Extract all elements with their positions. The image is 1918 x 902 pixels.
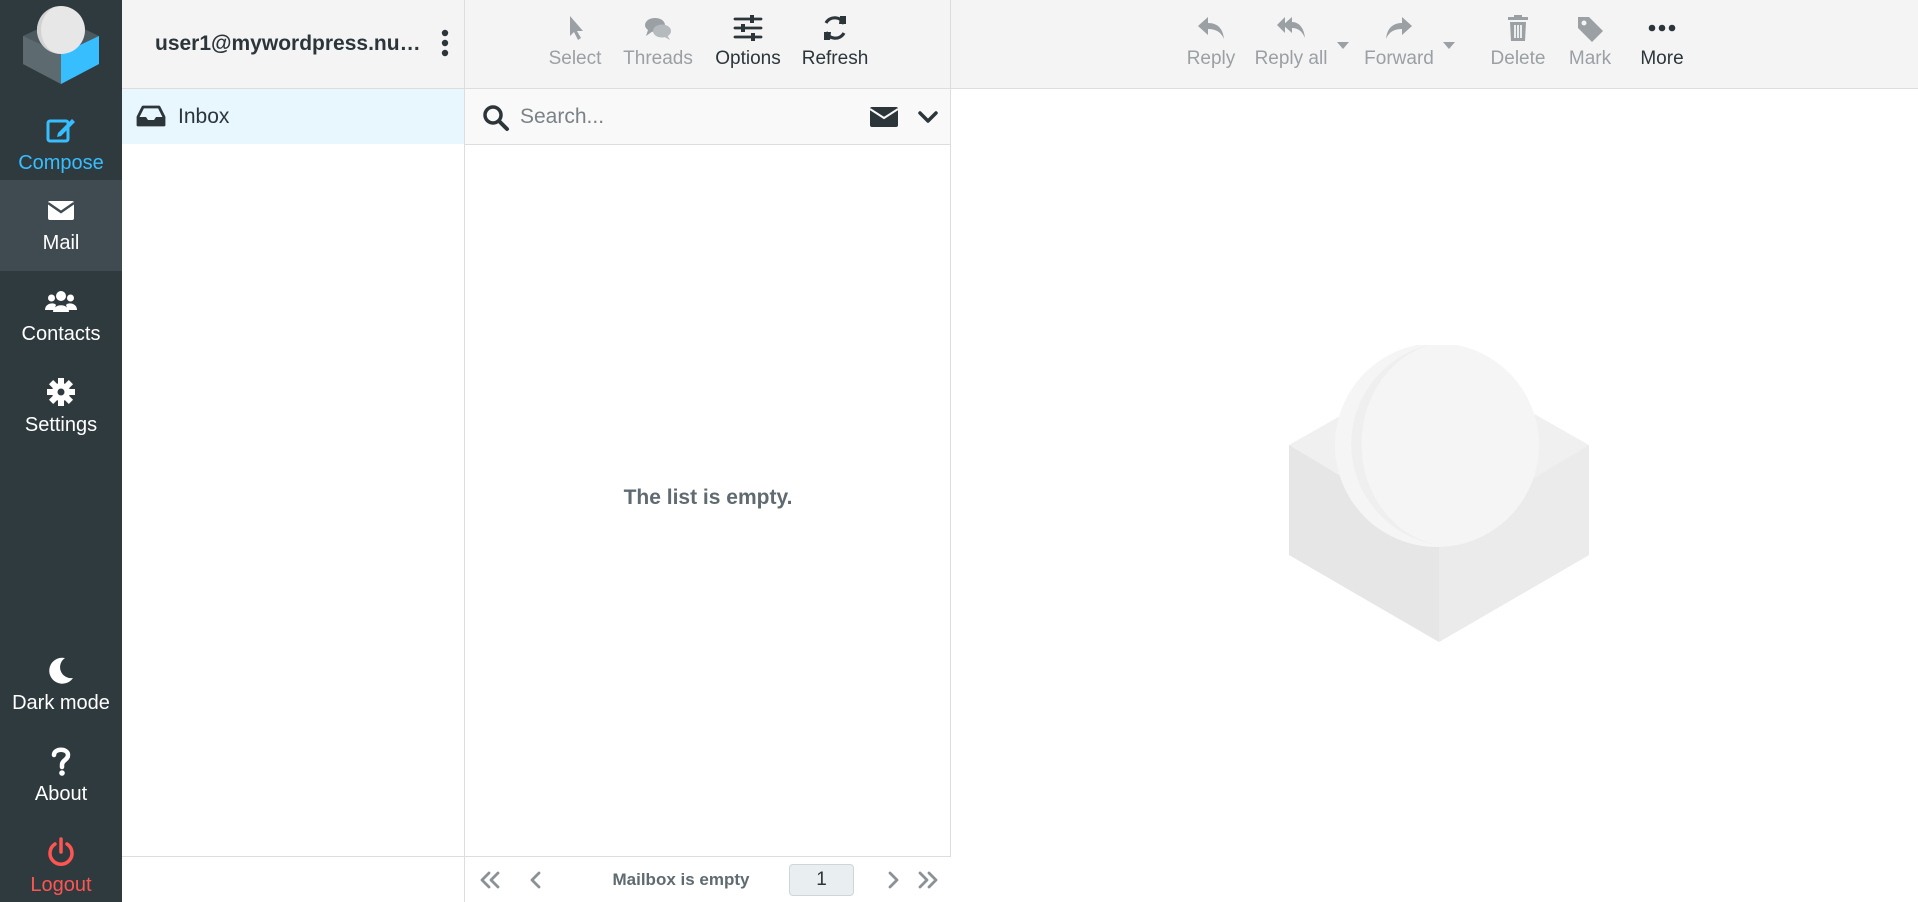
dark-mode-label: Dark mode: [12, 692, 110, 714]
tag-icon: [1578, 17, 1603, 42]
mark-button[interactable]: Mark: [1565, 10, 1615, 70]
more-label: More: [1640, 48, 1684, 69]
compose-button[interactable]: Compose: [0, 100, 122, 188]
empty-list-message: The list is empty.: [623, 486, 793, 509]
options-button[interactable]: Options: [711, 10, 785, 70]
power-icon: [48, 837, 74, 866]
reply-all-dropdown-icon[interactable]: [1336, 40, 1350, 50]
forward-icon: [1386, 17, 1412, 39]
list-toolbar: Select Threads Options Refresh: [465, 0, 950, 89]
threads-label: Threads: [623, 48, 693, 69]
search-input[interactable]: [520, 99, 820, 135]
nav-mail[interactable]: Mail: [0, 180, 122, 271]
watermark-logo: [1289, 345, 1589, 642]
logout-label: Logout: [30, 874, 92, 896]
pointer-icon: [570, 16, 583, 40]
more-button[interactable]: More: [1637, 10, 1687, 70]
folder-label: Inbox: [178, 105, 230, 128]
refresh-label: Refresh: [801, 48, 869, 69]
reply-all-label: Reply all: [1254, 48, 1328, 69]
reply-icon: [1198, 17, 1224, 39]
about-button[interactable]: About: [0, 731, 122, 819]
message-list-pane: Select Threads Options Refresh Search...…: [465, 0, 951, 902]
inbox-icon: [136, 105, 166, 127]
forward-button[interactable]: Forward: [1361, 10, 1437, 70]
delete-label: Delete: [1490, 48, 1546, 69]
about-label: About: [34, 783, 88, 805]
compose-label: Compose: [18, 152, 104, 174]
question-icon: [51, 747, 71, 776]
first-page-icon[interactable]: [477, 869, 503, 891]
folder-pane-footer: [122, 856, 464, 902]
nav-settings[interactable]: Settings: [0, 362, 122, 450]
last-page-icon[interactable]: [915, 869, 941, 891]
mark-label: Mark: [1568, 48, 1612, 69]
app-logo: [23, 6, 99, 84]
webmail-app: Compose Mail Contacts Settings Dark mode…: [0, 0, 1918, 902]
select-button[interactable]: Select: [547, 10, 603, 70]
gear-icon: [47, 378, 75, 406]
delete-button[interactable]: Delete: [1488, 10, 1548, 70]
message-preview-pane: Reply Reply all Forward Delete Mark More: [951, 0, 1918, 902]
message-count: Mailbox is empty: [612, 870, 750, 889]
dark-mode-toggle[interactable]: Dark mode: [0, 640, 122, 728]
previous-page-icon[interactable]: [523, 869, 549, 891]
refresh-button[interactable]: Refresh: [798, 10, 872, 70]
settings-label: Settings: [24, 414, 98, 436]
reply-all-icon: [1277, 17, 1305, 38]
forward-label: Forward: [1364, 48, 1434, 69]
folder-pane-header: user1@mywordpress.nuri...: [122, 0, 464, 89]
folder-item-inbox[interactable]: Inbox: [122, 89, 464, 144]
envelope-icon[interactable]: [869, 105, 899, 129]
trash-icon: [1508, 15, 1528, 41]
mail-icon: [47, 201, 75, 220]
options-label: Options: [715, 48, 781, 69]
reply-button[interactable]: Reply: [1183, 10, 1239, 70]
main-navigation: Compose Mail Contacts Settings Dark mode…: [0, 0, 122, 902]
logout-button[interactable]: Logout: [0, 822, 122, 902]
search-bar: [465, 89, 950, 145]
more-icon: [1648, 24, 1676, 32]
contacts-icon: [45, 291, 77, 312]
moon-icon: [49, 657, 73, 684]
forward-dropdown-icon[interactable]: [1442, 40, 1456, 50]
refresh-icon: [824, 16, 846, 40]
message-toolbar: Reply Reply all Forward Delete Mark More: [951, 0, 1918, 89]
page-number-input[interactable]: 1: [789, 864, 854, 896]
mail-label: Mail: [42, 232, 80, 254]
account-name: user1@mywordpress.nuri...: [155, 32, 427, 55]
next-page-icon[interactable]: [880, 869, 906, 891]
nav-contacts[interactable]: Contacts: [0, 271, 122, 359]
reply-label: Reply: [1186, 48, 1236, 69]
threads-button[interactable]: Threads: [621, 10, 695, 70]
folder-pane: user1@mywordpress.nuri... Inbox: [122, 0, 465, 902]
search-icon[interactable]: [482, 104, 510, 132]
comments-icon: [645, 18, 671, 40]
chevron-down-icon[interactable]: [917, 106, 939, 128]
select-label: Select: [548, 48, 602, 69]
contacts-label: Contacts: [21, 323, 101, 345]
reply-all-button[interactable]: Reply all: [1252, 10, 1330, 70]
list-pager: Mailbox is empty 1: [465, 856, 951, 902]
compose-icon: [46, 119, 75, 143]
sliders-icon: [733, 15, 763, 41]
kebab-menu-icon[interactable]: [438, 28, 452, 58]
